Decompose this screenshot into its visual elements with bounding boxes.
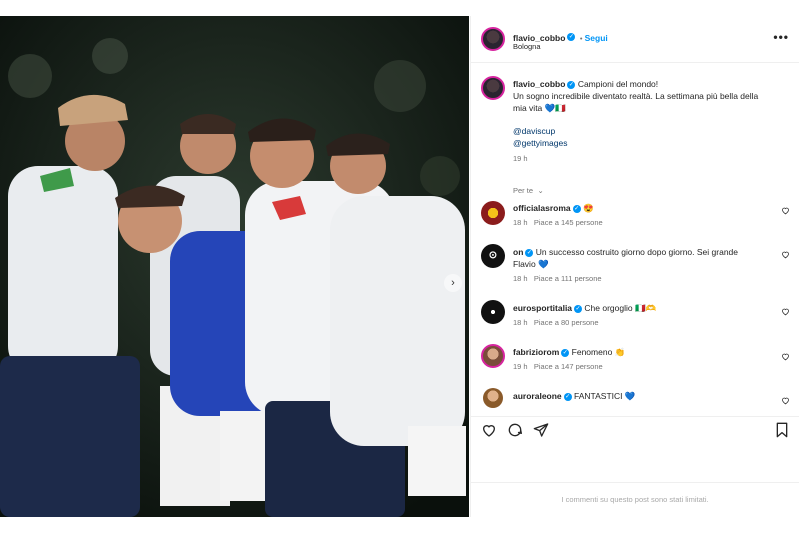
comment-username[interactable]: on [513, 247, 523, 257]
comment-text: FANTASTICI 💙 [574, 391, 636, 401]
comment-item: eurosportitalia ✓ Che orgoglio 🇮🇹🫶 18 h P… [513, 302, 773, 327]
comment-username[interactable]: officialasroma [513, 203, 571, 213]
caption-text-line3: mia vita 💙🇮🇹 [513, 103, 566, 113]
comment-bubble-icon[interactable] [507, 422, 523, 438]
comment-text: Un successo costruito giorno dopo giorno… [535, 247, 738, 257]
comment-username[interactable]: auroraleone [513, 391, 562, 401]
verified-badge-icon: ✓ [561, 348, 570, 357]
post-caption: flavio_cobbo ✓ Campioni del mondo! Un sog… [513, 78, 793, 163]
caption-author-avatar[interactable] [481, 76, 505, 100]
like-comment-heart-icon[interactable] [781, 307, 790, 316]
caption-text-line1: Campioni del mondo! [577, 79, 659, 89]
chevron-down-icon: ⌄ [537, 186, 544, 195]
save-bookmark-icon[interactable] [775, 422, 789, 438]
like-heart-icon[interactable] [481, 422, 497, 438]
post-header: flavio_cobbo ✓ • Segui Bologna ••• [471, 16, 799, 63]
caption-text-line2: Un sogno incredibile diventato realtà. L… [513, 91, 759, 101]
verified-badge-icon: ✓ [567, 80, 576, 89]
comment-time[interactable]: 18 h [513, 218, 528, 227]
commenter-avatar[interactable] [481, 300, 505, 324]
next-photo-button[interactable]: › [444, 274, 462, 292]
post-photo[interactable]: › [0, 16, 469, 517]
like-comment-heart-icon[interactable] [781, 352, 790, 361]
instagram-post-view: › flavio_cobbo ✓ • Segui Bologna ••• fla… [0, 0, 800, 533]
commenter-avatar[interactable]: ⊙ [481, 244, 505, 268]
tennis-team-celebration-image [0, 16, 469, 517]
commenter-avatar[interactable] [481, 201, 505, 225]
comment-username[interactable]: fabriziorom [513, 347, 559, 357]
comment-likes[interactable]: Piace a 111 persone [534, 274, 602, 283]
comment-text: 😍 [583, 203, 594, 213]
sort-label: Per te [513, 186, 534, 195]
comment-likes[interactable]: Piace a 147 persone [534, 362, 603, 371]
comment-item: officialasroma ✓ 😍 18 h Piace a 145 perso… [513, 202, 773, 227]
caption-time[interactable]: 19 h [513, 154, 793, 163]
comment-item: on ✓ Un successo costruito giorno dopo gi… [513, 246, 773, 283]
comment-time[interactable]: 18 h [513, 318, 528, 327]
mention-gettyimages[interactable]: @gettyimages [513, 138, 793, 148]
verified-badge-icon: ✓ [574, 304, 583, 313]
comment-text: Fenomeno 👏 [571, 347, 626, 357]
like-comment-heart-icon[interactable] [781, 206, 790, 215]
share-send-icon[interactable] [533, 422, 549, 438]
comments-limited-notice: I commenti su questo post sono stati lim… [471, 482, 799, 517]
comment-likes[interactable]: Piace a 145 persone [534, 218, 603, 227]
comment-item: auroraleone ✓ FANTASTICI 💙 [513, 390, 773, 402]
verified-badge-icon: ✓ [563, 392, 572, 401]
comment-text: Che orgoglio 🇮🇹🫶 [584, 303, 657, 313]
comment-time[interactable]: 18 h [513, 274, 528, 283]
caption-username[interactable]: flavio_cobbo [513, 79, 565, 89]
like-comment-heart-icon[interactable] [781, 250, 790, 259]
post-location[interactable]: Bologna [513, 42, 541, 51]
mention-daviscup[interactable]: @daviscup [513, 126, 793, 136]
comment-item: fabriziorom ✓ Fenomeno 👏 19 h Piace a 147… [513, 346, 773, 371]
post-actions-bar [471, 416, 799, 440]
author-avatar[interactable] [481, 27, 505, 51]
comment-time[interactable]: 19 h [513, 362, 528, 371]
verified-badge-icon: ✓ [525, 248, 534, 257]
comments-sort-dropdown[interactable]: Per te ⌄ [513, 180, 544, 198]
more-options-icon[interactable]: ••• [773, 30, 789, 44]
comment-likes[interactable]: Piace a 80 persone [534, 318, 599, 327]
verified-badge-icon: ✓ [567, 32, 576, 41]
post-side-panel: flavio_cobbo ✓ • Segui Bologna ••• flavio… [470, 16, 799, 517]
follow-button[interactable]: Segui [585, 33, 608, 43]
like-comment-heart-icon[interactable] [781, 396, 790, 405]
commenter-avatar[interactable] [483, 388, 503, 408]
commenter-avatar[interactable] [481, 344, 505, 368]
comment-username[interactable]: eurosportitalia [513, 303, 572, 313]
comment-text-line2: Flavio 💙 [513, 259, 549, 269]
verified-badge-icon: ✓ [572, 204, 581, 213]
